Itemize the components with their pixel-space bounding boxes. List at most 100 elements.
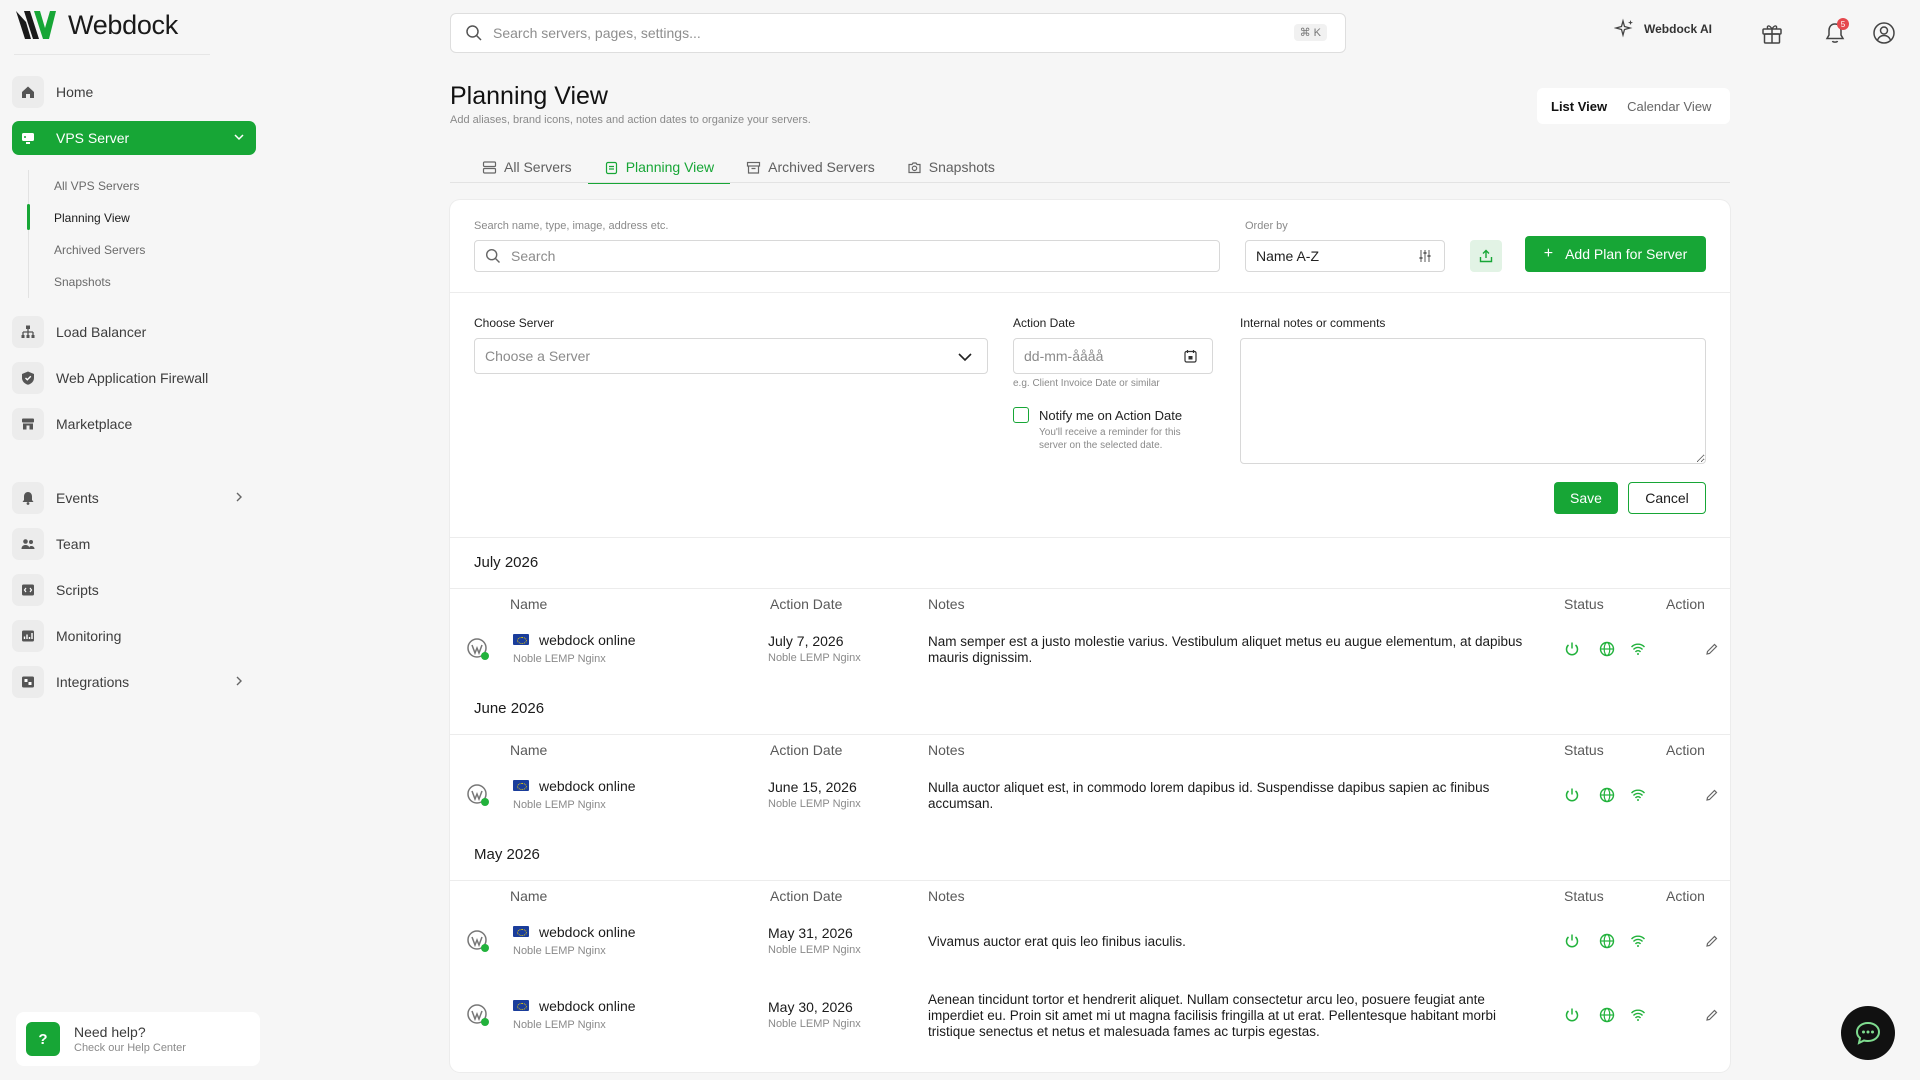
view-toggle: List View Calendar View bbox=[1537, 88, 1730, 124]
submenu-snapshots[interactable]: Snapshots bbox=[54, 275, 111, 289]
sidebar-item-waf[interactable]: Web Application Firewall bbox=[12, 361, 256, 395]
server-name: webdock online bbox=[539, 998, 636, 1014]
edit-icon[interactable] bbox=[1704, 641, 1720, 657]
sidebar-item-integrations[interactable]: Integrations bbox=[12, 665, 256, 699]
user-avatar-icon[interactable] bbox=[1871, 20, 1897, 46]
server-search-field[interactable] bbox=[474, 240, 1220, 272]
power-icon[interactable] bbox=[1564, 641, 1580, 657]
globe-icon[interactable] bbox=[1599, 1007, 1615, 1023]
row-notes: Aenean tincidunt tortor et hendrerit ali… bbox=[928, 992, 1497, 1039]
server-stack: Noble LEMP Nginx bbox=[513, 1019, 606, 1031]
server-stack: Noble LEMP Nginx bbox=[513, 653, 606, 665]
sidebar-item-marketplace[interactable]: Marketplace bbox=[12, 407, 256, 441]
action-date-label: Action Date bbox=[1013, 316, 1076, 330]
sidebar-item-vps-server[interactable]: VPS Server bbox=[12, 121, 256, 155]
wifi-icon[interactable] bbox=[1630, 933, 1646, 949]
cancel-button[interactable]: Cancel bbox=[1628, 482, 1706, 514]
planning-card: Search name, type, image, address etc. O… bbox=[450, 200, 1730, 1072]
sidebar-item-home[interactable]: Home bbox=[12, 75, 256, 109]
help-center-card[interactable]: ? Need help? Check our Help Center bbox=[16, 1012, 260, 1066]
notifications-button[interactable]: 5 bbox=[1822, 18, 1850, 48]
notify-checkbox[interactable] bbox=[1013, 407, 1029, 423]
action-date-sub: Noble LEMP Nginx bbox=[768, 652, 861, 664]
tab-label: Snapshots bbox=[928, 159, 995, 175]
calendar-view-button[interactable]: Calendar View bbox=[1617, 93, 1721, 120]
action-date: May 31, 2026 bbox=[768, 925, 853, 941]
chevron-down-icon bbox=[234, 134, 244, 141]
wifi-icon[interactable] bbox=[1630, 1007, 1646, 1023]
eu-flag-icon bbox=[513, 1000, 529, 1011]
sidebar-item-events[interactable]: Events bbox=[12, 481, 256, 515]
list-view-button[interactable]: List View bbox=[1541, 93, 1617, 120]
team-icon bbox=[12, 528, 44, 560]
section-divider bbox=[450, 537, 1730, 538]
global-search[interactable]: ⌘ K bbox=[450, 13, 1346, 53]
notify-hint-line2: server on the selected date. bbox=[1039, 440, 1163, 451]
action-date: July 7, 2026 bbox=[768, 633, 844, 649]
row-notes: Nam semper est a justo molestie varius. … bbox=[928, 634, 1523, 665]
power-icon[interactable] bbox=[1564, 933, 1580, 949]
puzzle-icon bbox=[12, 666, 44, 698]
sidebar-item-load-balancer[interactable]: Load Balancer bbox=[12, 315, 256, 349]
question-icon: ? bbox=[26, 1022, 60, 1056]
globe-icon[interactable] bbox=[1599, 933, 1615, 949]
tab-label: Planning View bbox=[625, 159, 715, 175]
tab-snapshots[interactable]: Snapshots bbox=[891, 152, 1011, 182]
add-plan-button[interactable]: + Add Plan for Server bbox=[1525, 236, 1706, 272]
camera-icon bbox=[908, 161, 921, 173]
wordpress-icon bbox=[467, 930, 489, 952]
tab-label: All Servers bbox=[504, 159, 572, 175]
shortcut-badge: ⌘ K bbox=[1293, 24, 1327, 41]
sidebar-item-scripts[interactable]: Scripts bbox=[12, 573, 256, 607]
chevron-down-icon bbox=[958, 353, 972, 362]
sidebar-item-team[interactable]: Team bbox=[12, 527, 256, 561]
gift-icon[interactable] bbox=[1759, 20, 1785, 46]
sidebar-item-label: Web Application Firewall bbox=[56, 370, 209, 386]
tab-label: Archived Servers bbox=[768, 159, 875, 175]
notes-textarea[interactable] bbox=[1240, 338, 1706, 464]
logo-divider bbox=[14, 54, 210, 55]
edit-icon[interactable] bbox=[1704, 933, 1720, 949]
col-header-status: Status bbox=[1564, 888, 1604, 904]
webdock-ai-button[interactable]: Webdock AI bbox=[1614, 18, 1712, 40]
col-header-name: Name bbox=[510, 596, 548, 612]
tab-all-servers[interactable]: All Servers bbox=[466, 152, 588, 182]
save-button[interactable]: Save bbox=[1554, 482, 1618, 514]
choose-server-placeholder: Choose a Server bbox=[485, 348, 591, 364]
chat-support-button[interactable] bbox=[1841, 1006, 1895, 1060]
logo[interactable]: Webdock bbox=[14, 8, 178, 42]
submenu-archived-servers[interactable]: Archived Servers bbox=[54, 243, 145, 257]
server-search-input[interactable] bbox=[511, 248, 1219, 264]
tab-archived-servers[interactable]: Archived Servers bbox=[730, 152, 891, 182]
submenu-all-vps-servers[interactable]: All VPS Servers bbox=[54, 179, 139, 193]
wifi-icon[interactable] bbox=[1630, 787, 1646, 803]
action-date-field[interactable] bbox=[1013, 338, 1213, 374]
page-title: Planning View bbox=[450, 82, 608, 110]
order-by-select[interactable]: Name A-Z bbox=[1245, 240, 1445, 272]
tab-planning-view[interactable]: Planning View bbox=[587, 152, 731, 184]
power-icon[interactable] bbox=[1564, 787, 1580, 803]
submenu-planning-view[interactable]: Planning View bbox=[54, 211, 130, 225]
sidebar-item-label: Monitoring bbox=[56, 628, 122, 644]
sidebar-item-monitoring[interactable]: Monitoring bbox=[12, 619, 256, 653]
edit-icon[interactable] bbox=[1704, 787, 1720, 803]
action-date: May 30, 2026 bbox=[768, 999, 853, 1015]
globe-icon[interactable] bbox=[1599, 641, 1615, 657]
choose-server-label: Choose Server bbox=[474, 316, 555, 330]
store-icon bbox=[12, 408, 44, 440]
col-header-name: Name bbox=[510, 742, 548, 758]
globe-icon[interactable] bbox=[1599, 787, 1615, 803]
global-search-input[interactable] bbox=[493, 25, 1273, 41]
action-date-input[interactable] bbox=[1024, 348, 1164, 364]
choose-server-select[interactable]: Choose a Server bbox=[474, 338, 988, 374]
export-button[interactable] bbox=[1470, 240, 1502, 272]
group-title: June 2026 bbox=[474, 700, 545, 717]
wifi-icon[interactable] bbox=[1630, 641, 1646, 657]
notes-label: Internal notes or comments bbox=[1240, 316, 1386, 330]
clipboard-icon bbox=[605, 161, 617, 174]
power-icon[interactable] bbox=[1564, 1007, 1580, 1023]
edit-icon[interactable] bbox=[1704, 1007, 1720, 1023]
group-title: July 2026 bbox=[474, 554, 539, 571]
row-notes: Vivamus auctor erat quis leo finibus iac… bbox=[928, 934, 1186, 949]
notify-label: Notify me on Action Date bbox=[1039, 408, 1183, 423]
